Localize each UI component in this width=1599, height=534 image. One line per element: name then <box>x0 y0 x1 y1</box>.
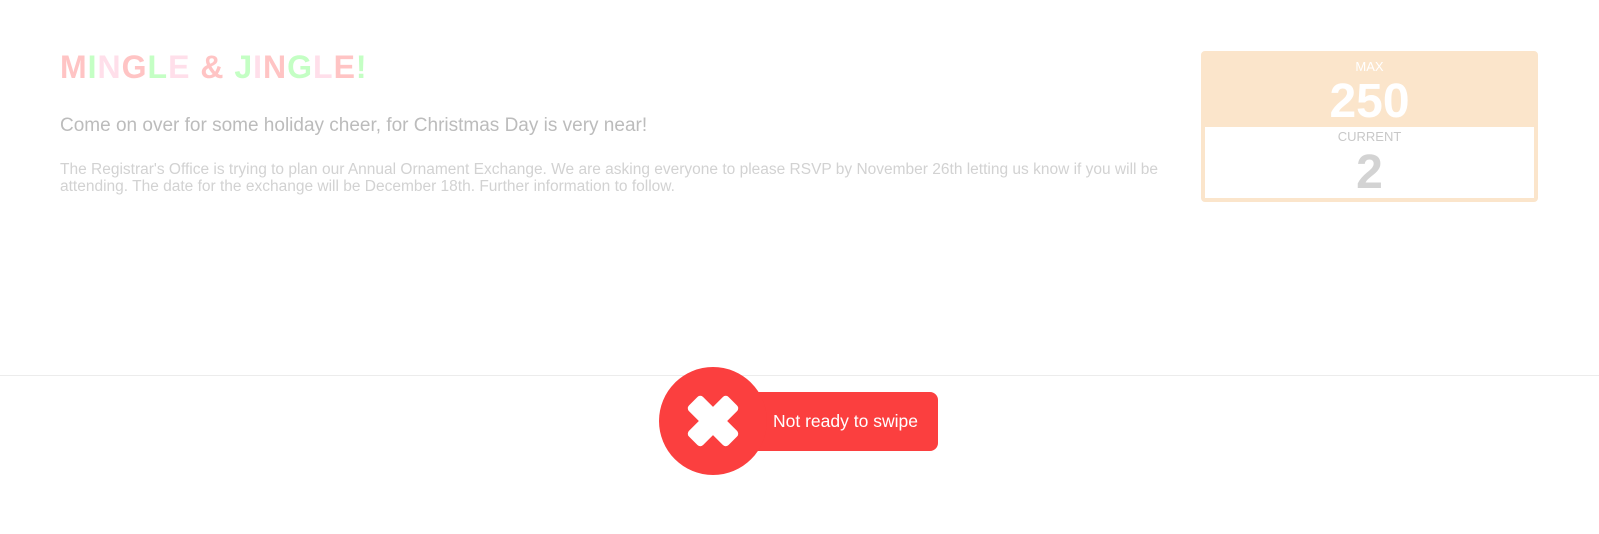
swipe-status-indicator: Not ready to swipe <box>659 367 939 475</box>
capacity-panel: MAX 250 CURRENT 2 <box>1201 51 1538 202</box>
event-title: MINGLE & JINGLE! <box>60 48 368 86</box>
status-circle <box>659 367 767 475</box>
title-letter: N <box>263 49 288 85</box>
title-letter: L <box>147 49 169 85</box>
title-letter: J <box>234 49 254 85</box>
title-letter: N <box>97 49 122 85</box>
title-letter: E <box>168 49 191 85</box>
event-description: The Registrar's Office is trying to plan… <box>60 161 1159 195</box>
title-letter: I <box>253 49 264 85</box>
max-capacity-section: MAX 250 <box>1205 55 1534 128</box>
max-label: MAX <box>1355 59 1384 74</box>
current-count-section: CURRENT 2 <box>1205 127 1534 202</box>
title-letter: I <box>87 49 98 85</box>
title-letter: M <box>60 49 88 85</box>
title-letter: & <box>200 49 225 85</box>
title-letter: L <box>313 49 334 85</box>
max-value: 250 <box>1329 75 1410 128</box>
title-letter <box>224 48 234 86</box>
title-letter: G <box>121 49 148 85</box>
current-label: CURRENT <box>1337 129 1402 144</box>
title-letter: G <box>287 49 314 85</box>
close-icon <box>685 393 741 449</box>
event-subtitle: Come on over for some holiday cheer, for… <box>60 115 648 136</box>
title-letter <box>190 48 200 86</box>
current-value: 2 <box>1356 146 1383 199</box>
swipe-status-text: Not ready to swipe <box>773 411 918 431</box>
title-letter: ! <box>355 49 368 85</box>
title-letter: E <box>333 49 356 85</box>
event-page: MINGLE & JINGLE! Come on over for some h… <box>0 0 1599 534</box>
